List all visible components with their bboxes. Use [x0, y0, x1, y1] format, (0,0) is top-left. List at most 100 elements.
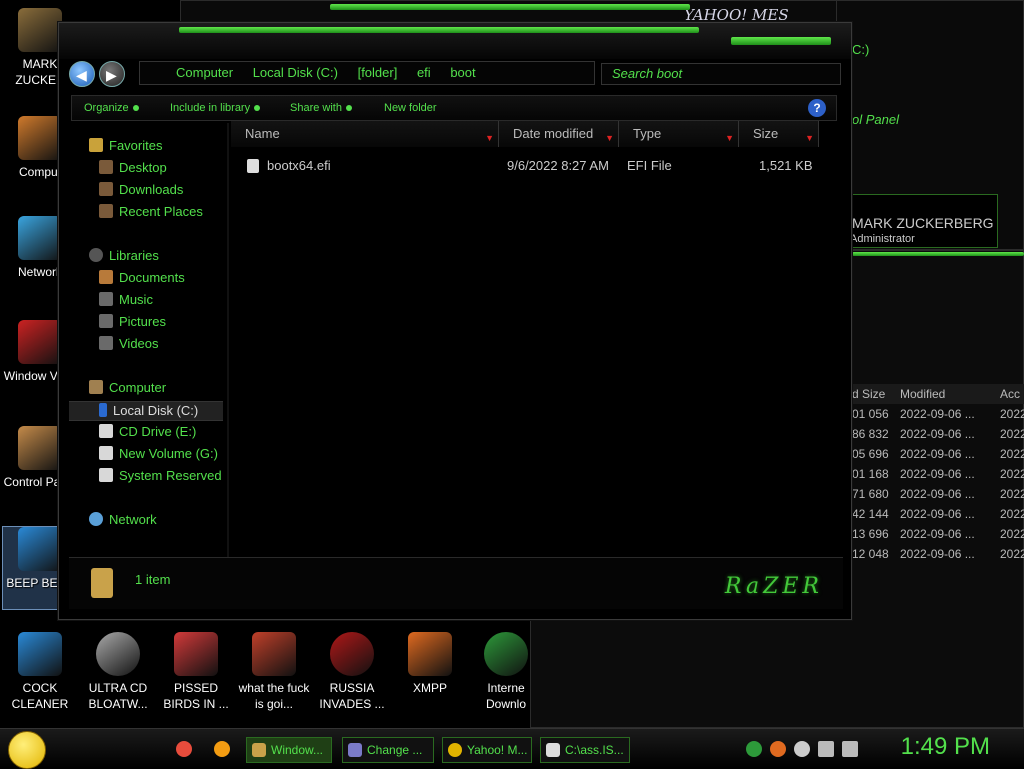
column-type[interactable]: Type ▼	[619, 121, 739, 147]
archive-cell-acc: 2022	[1000, 547, 1024, 561]
desktop-icon-birds[interactable]: PISSED BIRDS IN ...	[158, 632, 234, 712]
archive-row[interactable]: 86 832 2022-09-06 ... 2022	[852, 424, 1024, 444]
nav-videos[interactable]: Videos	[99, 335, 159, 353]
back-button[interactable]: ◀	[69, 61, 95, 87]
breadcrumb-computer[interactable]: Computer	[176, 65, 233, 80]
nav-network[interactable]: Network	[89, 511, 157, 529]
nav-system-reserved[interactable]: System Reserved	[99, 467, 222, 485]
column-name[interactable]: Name ▼	[231, 121, 499, 147]
archive-cell-modified: 2022-09-06 ...	[900, 427, 975, 441]
archive-cell-acc: 2022	[1000, 407, 1024, 421]
archive-row[interactable]: 13 696 2022-09-06 ... 2022	[852, 524, 1024, 544]
col-modified[interactable]: Modified	[900, 384, 945, 404]
nav-downloads[interactable]: Downloads	[99, 181, 183, 199]
window-titlebar[interactable]	[59, 23, 851, 59]
archive-cell-size: 13 696	[852, 527, 889, 541]
clock[interactable]: 1:49 PM	[901, 733, 990, 761]
desktop-icon-label: XMPP	[412, 681, 447, 695]
nav-label: System Reserved	[119, 468, 222, 483]
network-icon	[89, 512, 103, 526]
desktop-icon-label: RUSSIA INVADES ...	[319, 681, 385, 711]
new-folder-button[interactable]: New folder	[384, 102, 437, 114]
desktop-icon-cleaner[interactable]: COCK CLEANER	[2, 632, 78, 712]
nav-cd-drive[interactable]: CD Drive (E:)	[99, 423, 196, 441]
breadcrumb-efi[interactable]: efi	[417, 65, 431, 80]
search-tray-icon[interactable]	[770, 741, 786, 757]
breadcrumb-local-disk[interactable]: Local Disk (C:)	[253, 65, 338, 80]
archive-cell-acc: 2022	[1000, 527, 1024, 541]
taskbar-label: Yahoo! M...	[467, 743, 528, 757]
nav-pictures[interactable]: Pictures	[99, 313, 166, 331]
pane-divider[interactable]	[227, 123, 229, 559]
nav-computer[interactable]: Computer	[89, 379, 166, 397]
breadcrumb-folder[interactable]: [folder]	[358, 65, 398, 80]
nav-documents[interactable]: Documents	[99, 269, 185, 287]
desktop-icon-cd[interactable]: ULTRA CD BLOATW...	[80, 632, 156, 712]
help-icon[interactable]: ?	[808, 99, 826, 117]
share-with-button[interactable]: Share with	[290, 102, 352, 114]
arrow-left-icon: ◀	[76, 67, 87, 83]
explorer-window[interactable]: ◀ ▶ Computer Local Disk (C:) [folder] ef…	[58, 22, 852, 620]
item-count: 1 item	[135, 572, 171, 587]
desktop-icon-russia[interactable]: RUSSIA INVADES ...	[314, 632, 390, 712]
chrome-icon[interactable]	[176, 741, 192, 757]
firefox-icon[interactable]	[214, 741, 230, 757]
forward-button[interactable]: ▶	[99, 61, 125, 87]
archive-row[interactable]: 01 168 2022-09-06 ... 2022	[852, 464, 1024, 484]
taskbar-label: Change ...	[367, 743, 423, 757]
recent-places-icon	[99, 204, 113, 218]
archive-row[interactable]: 71 680 2022-09-06 ... 2022	[852, 484, 1024, 504]
archive-table: d Size Modified Acc 01 056 2022-09-06 ...…	[852, 384, 1024, 564]
archive-cell-size: 71 680	[852, 487, 889, 501]
archive-row[interactable]: 01 056 2022-09-06 ... 2022	[852, 404, 1024, 424]
search-input[interactable]: Search boot	[601, 63, 841, 85]
globe-icon	[18, 216, 62, 260]
desktop-icon	[99, 160, 113, 174]
taskbar: Window... Change ... Yahoo! M... C:\ass.…	[0, 728, 1024, 769]
file-row[interactable]: bootx64.efi 9/6/2022 8:27 AM EFI File 1,…	[237, 155, 843, 177]
col-size[interactable]: d Size	[852, 384, 885, 404]
archive-cell-acc: 2022	[1000, 467, 1024, 481]
nav-desktop[interactable]: Desktop	[99, 159, 167, 177]
status-tray-icon[interactable]	[794, 741, 810, 757]
window-controls[interactable]	[731, 37, 831, 45]
col-accessed[interactable]: Acc	[1000, 384, 1020, 404]
archive-row[interactable]: 42 144 2022-09-06 ... 2022	[852, 504, 1024, 524]
column-date[interactable]: Date modified ▼	[499, 121, 619, 147]
nav-music[interactable]: Music	[99, 291, 153, 309]
nav-favorites[interactable]: Favorites	[89, 137, 162, 155]
address-bar[interactable]: Computer Local Disk (C:) [folder] efi bo…	[139, 61, 595, 85]
nav-label: Music	[119, 292, 153, 307]
organize-button[interactable]: Organize	[84, 102, 139, 114]
nav-new-volume[interactable]: New Volume (G:)	[99, 445, 218, 463]
nav-local-disk[interactable]: Local Disk (C:)	[69, 401, 223, 421]
archive-cell-acc: 2022	[1000, 507, 1024, 521]
desktop-icon-download[interactable]: Interne Downlo	[468, 632, 544, 712]
include-library-button[interactable]: Include in library	[170, 102, 261, 114]
network-tray-icon[interactable]	[746, 741, 762, 757]
taskbar-explorer[interactable]: Window...	[246, 737, 332, 763]
volume-icon[interactable]	[842, 741, 858, 757]
archive-cell-modified: 2022-09-06 ...	[900, 447, 975, 461]
nav-libraries[interactable]: Libraries	[89, 247, 159, 265]
navigation-pane: Favorites Desktop Downloads Recent Place…	[69, 129, 227, 557]
archive-row[interactable]: 12 048 2022-09-06 ... 2022	[852, 544, 1024, 564]
nav-recent[interactable]: Recent Places	[99, 203, 203, 221]
taskbar-7zip[interactable]: C:\ass.IS...	[540, 737, 630, 763]
column-size[interactable]: Size ▼	[739, 121, 819, 147]
desktop-icon-game[interactable]: what the fuck is goi...	[236, 632, 312, 712]
start-button[interactable]	[8, 731, 46, 769]
breadcrumb-boot[interactable]: boot	[450, 65, 475, 80]
sort-caret-icon: ▼	[725, 133, 734, 143]
archive-table-header: d Size Modified Acc	[852, 384, 1024, 404]
taskbar-change[interactable]: Change ...	[342, 737, 434, 763]
archive-cell-size: 86 832	[852, 427, 889, 441]
cpanel-path: C:)	[852, 42, 870, 57]
display-tray-icon[interactable]	[818, 741, 834, 757]
dropdown-icon	[345, 105, 352, 112]
desktop-icon-xmpp[interactable]: XMPP	[392, 632, 468, 696]
archive-row[interactable]: 05 696 2022-09-06 ... 2022	[852, 444, 1024, 464]
file-size: 1,521 KB	[759, 158, 813, 173]
download-manager-icon	[484, 632, 528, 676]
taskbar-yahoo[interactable]: Yahoo! M...	[442, 737, 532, 763]
